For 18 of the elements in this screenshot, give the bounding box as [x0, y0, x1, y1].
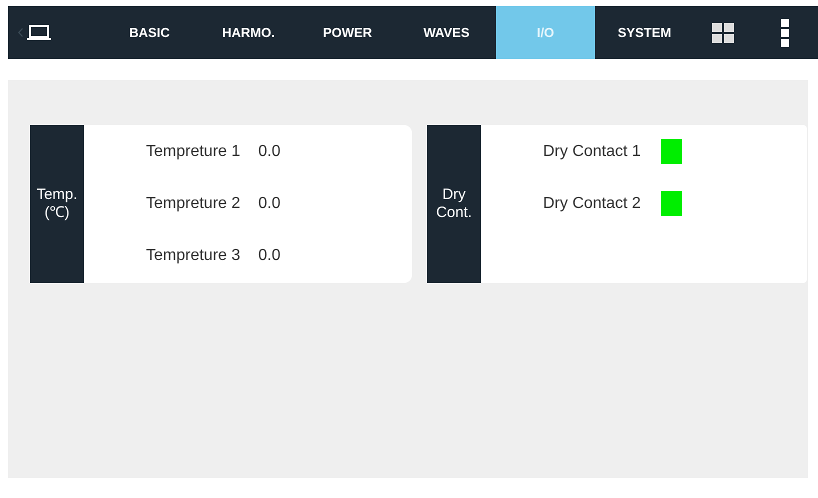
nav-tab[interactable]: BASIC — [100, 6, 199, 59]
temperature-title: Temp. (℃) — [36, 186, 78, 222]
sensor-value: 0.0 — [258, 194, 281, 214]
sensor-value: 0.0 — [258, 246, 281, 266]
nav-tab[interactable]: WAVES — [397, 6, 496, 59]
sensor-label: Tempreture 1 — [146, 142, 240, 162]
sensor-value: 0.0 — [258, 142, 281, 162]
sensor-label: Tempreture 3 — [146, 246, 240, 266]
laptop-icon[interactable] — [27, 24, 51, 40]
nav-tab[interactable]: POWER — [298, 6, 397, 59]
nav-tab[interactable]: SYSTEM — [595, 6, 694, 59]
more-menu-icon[interactable] — [781, 18, 789, 46]
sensor-label: Tempreture 2 — [146, 194, 240, 214]
contact-label: Dry Contact 1 — [543, 142, 641, 162]
contact-label: Dry Contact 2 — [543, 194, 641, 214]
grid-icon[interactable] — [712, 22, 734, 42]
dry-contact-title: Dry Cont. — [436, 186, 472, 222]
nav-tab[interactable]: HARMO. — [199, 6, 298, 59]
